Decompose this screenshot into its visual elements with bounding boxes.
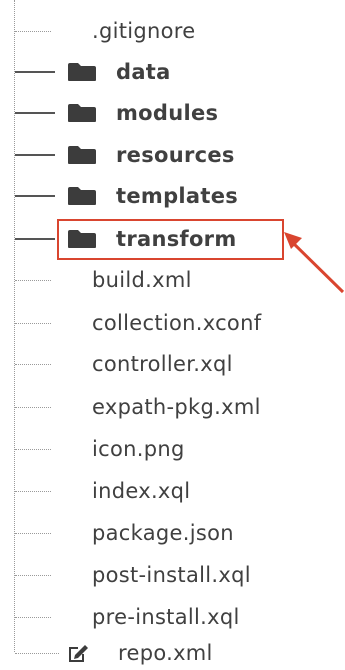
tree-item-label: icon.png <box>92 437 185 461</box>
tree-item-expath-pkg-xml[interactable]: expath-pkg.xml <box>0 390 345 424</box>
tree-item-label: index.xql <box>92 479 191 503</box>
tree-item-label: pre-install.xql <box>92 605 240 629</box>
tree-item-icon-png[interactable]: icon.png <box>0 432 345 466</box>
tree-folder-data[interactable]: data <box>0 55 345 89</box>
tree-connector <box>15 71 55 73</box>
tree-item-pre-install-xql[interactable]: pre-install.xql <box>0 600 345 634</box>
highlight-box <box>57 219 284 260</box>
folder-icon <box>68 63 96 81</box>
tree-connector <box>15 449 51 450</box>
tree-item-label: templates <box>116 184 239 208</box>
tree-connector <box>15 364 51 365</box>
tree-folder-templates[interactable]: templates <box>0 179 345 213</box>
tree-connector <box>15 195 55 197</box>
tree-item-label: package.json <box>92 521 234 545</box>
tree-connector <box>15 31 51 32</box>
tree-folder-resources[interactable]: resources <box>0 138 345 172</box>
tree-connector <box>15 238 55 240</box>
tree-item-label: resources <box>116 143 235 167</box>
tree-folder-modules[interactable]: modules <box>0 96 345 130</box>
tree-item-label: data <box>116 60 171 84</box>
tree-item-package-json[interactable]: package.json <box>0 516 345 550</box>
tree-connector <box>15 617 51 618</box>
tree-item-label: collection.xconf <box>92 311 262 335</box>
tree-item-label: build.xml <box>92 268 192 292</box>
tree-item-label: post-install.xql <box>92 563 251 587</box>
folder-icon <box>68 104 96 122</box>
tree-connector <box>15 575 51 576</box>
tree-connector <box>15 280 51 281</box>
tree-item-label: repo.xml <box>118 641 213 665</box>
tree-item-label: modules <box>116 101 219 125</box>
tree-item-label: controller.xql <box>92 352 233 376</box>
tree-connector <box>15 112 55 114</box>
tree-connector <box>15 407 51 408</box>
file-tree: .gitignore data modules resources templa… <box>0 0 345 670</box>
tree-item-gitignore[interactable]: .gitignore <box>0 14 345 48</box>
tree-item-collection-xconf[interactable]: collection.xconf <box>0 306 345 340</box>
folder-icon <box>68 187 96 205</box>
tree-item-label: expath-pkg.xml <box>92 395 261 419</box>
annotation-arrow <box>284 232 345 294</box>
tree-item-repo-xml[interactable]: repo.xml <box>0 636 345 670</box>
tree-item-index-xql[interactable]: index.xql <box>0 474 345 508</box>
tree-connector <box>15 533 51 534</box>
edit-icon[interactable] <box>66 642 90 664</box>
folder-icon <box>68 146 96 164</box>
tree-connector <box>15 653 59 654</box>
tree-item-label: .gitignore <box>92 19 196 43</box>
tree-connector <box>15 491 51 492</box>
tree-item-post-install-xql[interactable]: post-install.xql <box>0 558 345 592</box>
tree-item-controller-xql[interactable]: controller.xql <box>0 347 345 381</box>
tree-connector <box>15 323 51 324</box>
tree-connector <box>15 154 55 156</box>
